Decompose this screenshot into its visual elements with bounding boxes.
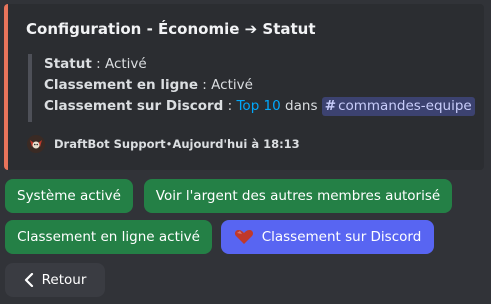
embed-footer: DraftBot Support • Aujourd'hui à 18:13	[26, 134, 300, 154]
channel-name: commandes-equipe	[338, 98, 472, 114]
status-line: Statut : Activé	[44, 54, 475, 75]
back-label: Retour	[41, 272, 87, 288]
discord-ranking-label: Classement sur Discord	[44, 98, 224, 114]
config-embed: Configuration - Économie ➔ Statut Statut…	[4, 4, 484, 170]
embed-title: Configuration - Économie ➔ Statut	[26, 20, 316, 38]
status-quote: Statut : Activé Classement en ligne : Ac…	[28, 54, 475, 122]
heart-icon	[234, 229, 254, 245]
discord-ranking-in: dans	[280, 98, 322, 114]
system-enabled-button[interactable]: Système activé	[5, 179, 133, 213]
discord-ranking-label: Classement sur Discord	[261, 229, 422, 245]
view-money-button[interactable]: Voir l'argent des autres membres autoris…	[144, 179, 452, 213]
draftbot-avatar-icon	[26, 134, 46, 154]
back-button[interactable]: Retour	[5, 263, 105, 297]
footer-bot-name: DraftBot Support	[54, 137, 166, 151]
status-value: : Activé	[91, 56, 147, 72]
online-ranking-label: Classement en ligne	[44, 77, 199, 93]
top10-link[interactable]: Top 10	[236, 98, 280, 114]
discord-ranking-line: Classement sur Discord : Top 10 dans # co…	[44, 96, 475, 117]
channel-mention[interactable]: # commandes-equipe	[321, 97, 475, 116]
online-ranking-line: Classement en ligne : Activé	[44, 75, 475, 96]
online-ranking-button[interactable]: Classement en ligne activé	[5, 220, 212, 254]
status-label: Statut	[44, 56, 92, 72]
chevron-left-icon	[24, 273, 34, 287]
discord-ranking-button[interactable]: Classement sur Discord	[221, 220, 434, 254]
discord-ranking-sep: :	[223, 98, 237, 114]
footer-timestamp: Aujourd'hui à 18:13	[172, 137, 300, 151]
online-ranking-value: : Activé	[198, 77, 253, 93]
footer-separator: •	[165, 137, 173, 151]
channel-hash-icon: #	[324, 98, 337, 114]
